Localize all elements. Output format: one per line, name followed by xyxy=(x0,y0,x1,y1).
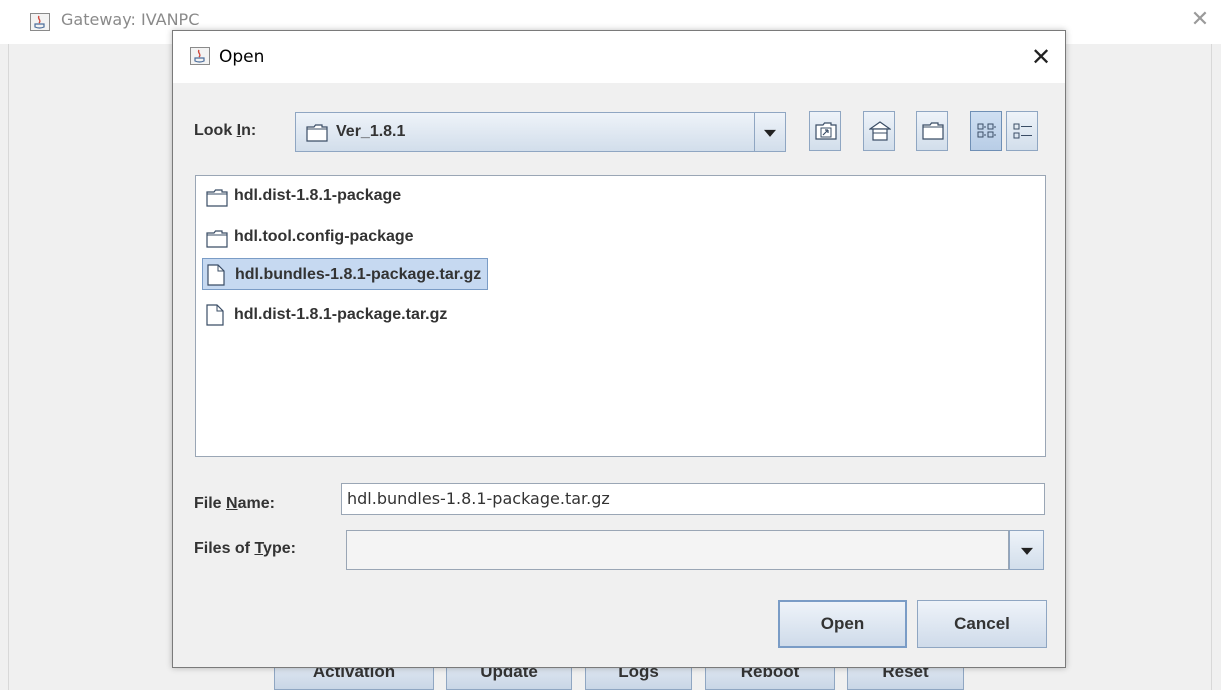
look-in-value: Ver_1.8.1 xyxy=(336,123,406,140)
file-name-text: hdl.tool.config-package xyxy=(234,228,414,245)
file-name-field[interactable]: hdl.bundles-1.8.1-package.tar.gz xyxy=(341,483,1045,515)
open-dialog: Open ✕ Look In: Ver_1.8.1 hdl.dist-1.8.1… xyxy=(172,30,1066,668)
files-of-type-dropdown-arrow[interactable] xyxy=(1009,530,1044,570)
folder-icon xyxy=(306,124,328,147)
file-name-text: hdl.dist-1.8.1-package.tar.gz xyxy=(234,306,448,323)
look-in-dropdown[interactable]: Ver_1.8.1 xyxy=(295,112,786,152)
dialog-titlebar: Open ✕ xyxy=(173,31,1065,83)
home-button[interactable] xyxy=(863,111,895,151)
details-view-button[interactable] xyxy=(1006,111,1038,151)
close-icon[interactable]: ✕ xyxy=(1027,43,1055,71)
file-name-label: File Name: xyxy=(194,495,275,512)
parent-close-icon[interactable]: ✕ xyxy=(1188,8,1212,32)
up-one-level-button[interactable] xyxy=(809,111,841,151)
open-button[interactable]: Open xyxy=(778,600,907,648)
file-icon xyxy=(207,264,225,298)
cancel-button[interactable]: Cancel xyxy=(917,600,1047,648)
parent-divider xyxy=(8,44,9,690)
new-folder-button[interactable] xyxy=(916,111,948,151)
file-icon xyxy=(206,304,224,338)
folder-icon xyxy=(206,228,228,260)
files-of-type-label: Files of Type: xyxy=(194,540,296,557)
file-list[interactable]: hdl.dist-1.8.1-package hdl.tool.config-p… xyxy=(195,175,1046,457)
java-icon xyxy=(190,47,210,65)
list-view-button[interactable] xyxy=(970,111,1002,151)
files-of-type-dropdown[interactable] xyxy=(346,530,1009,570)
chevron-down-icon xyxy=(1020,547,1033,555)
chevron-down-icon xyxy=(764,129,776,137)
parent-divider xyxy=(1211,44,1212,690)
file-name-text: hdl.bundles-1.8.1-package.tar.gz xyxy=(235,266,482,283)
list-item-selected[interactable]: hdl.bundles-1.8.1-package.tar.gz xyxy=(202,258,489,290)
list-item[interactable]: hdl.tool.config-package xyxy=(202,221,420,253)
look-in-dropdown-arrow[interactable] xyxy=(754,112,786,152)
file-name-text: hdl.dist-1.8.1-package xyxy=(234,187,402,204)
folder-icon xyxy=(206,187,228,219)
list-item[interactable]: hdl.dist-1.8.1-package xyxy=(202,180,407,212)
list-item[interactable]: hdl.dist-1.8.1-package.tar.gz xyxy=(202,299,453,331)
parent-window-title: Gateway: IVANPC xyxy=(61,10,200,29)
look-in-label: Look In: xyxy=(194,122,257,139)
dialog-title: Open xyxy=(219,47,265,67)
java-icon xyxy=(30,13,50,31)
